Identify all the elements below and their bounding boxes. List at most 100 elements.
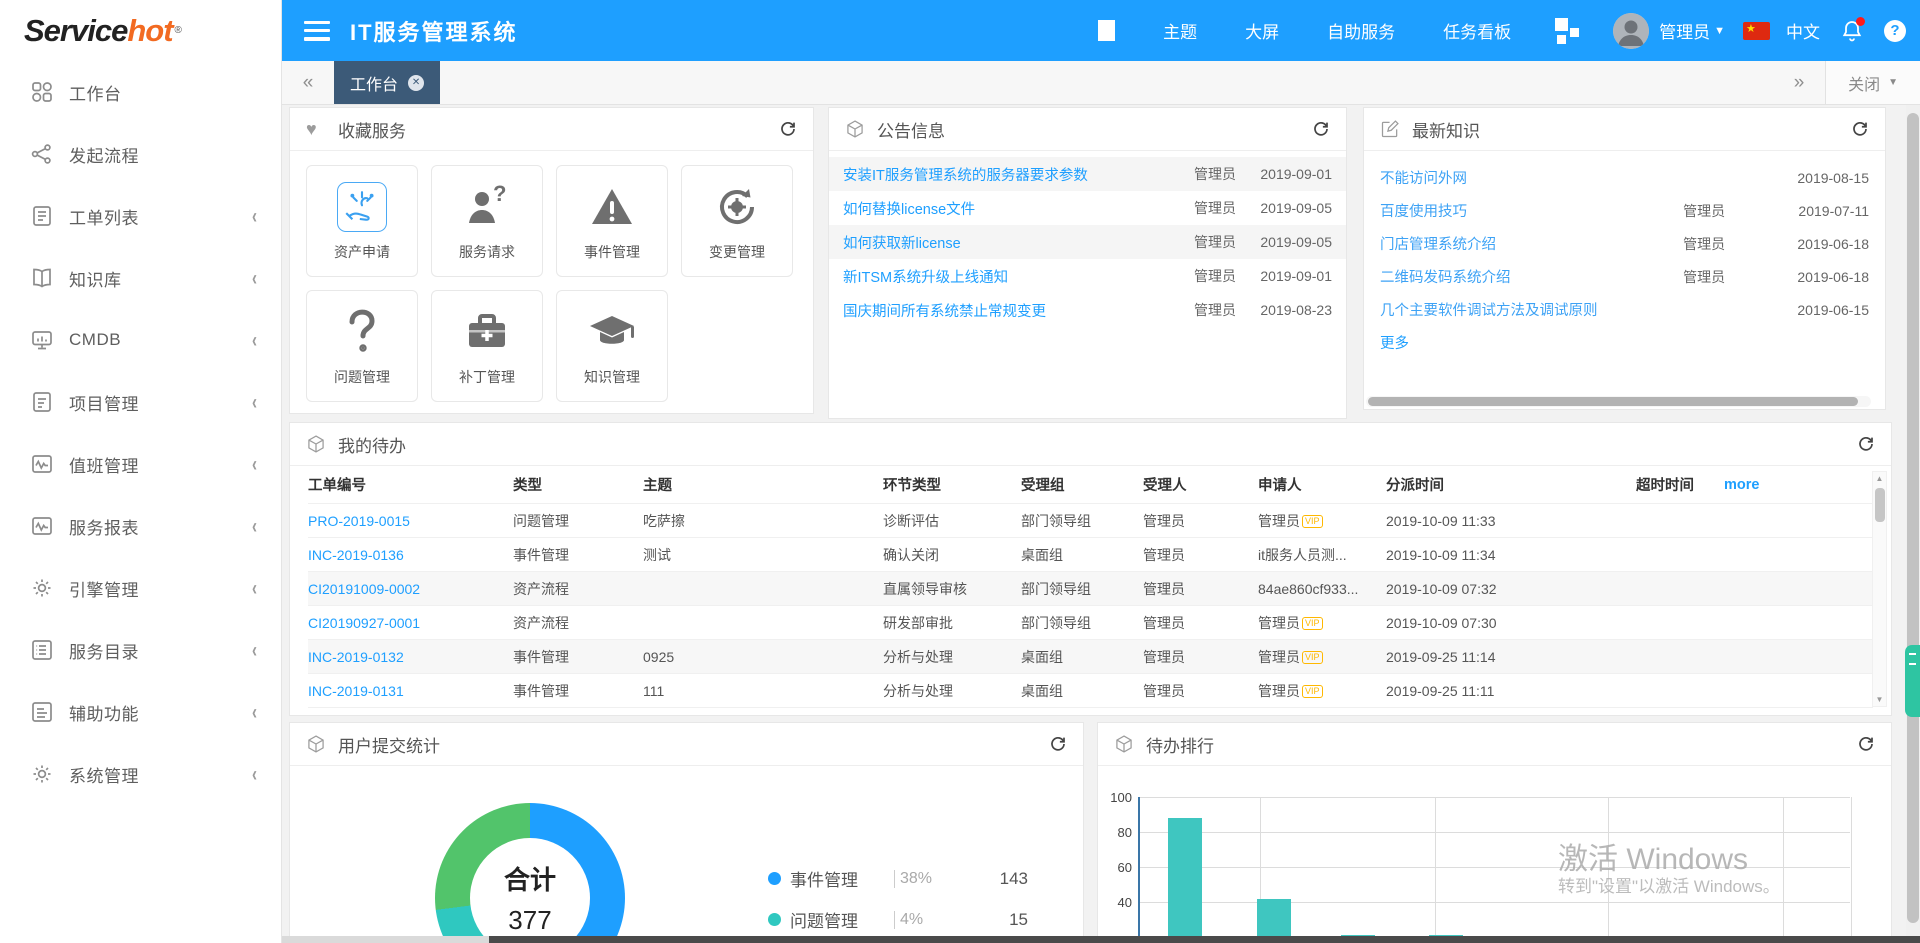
nav-theme[interactable]: 主题: [1139, 18, 1221, 43]
apps-grid-icon[interactable]: [1555, 18, 1579, 44]
sidebar-item-10[interactable]: 服务目录‹: [0, 619, 281, 681]
todo-table-row[interactable]: CI20190927-0001资产流程研发部审批部门领导组管理员管理员VIP20…: [308, 605, 1873, 639]
sidebar-item-6[interactable]: 项目管理‹: [0, 371, 281, 433]
knowledge-horizontal-scrollbar[interactable]: [1366, 396, 1871, 407]
avatar[interactable]: [1613, 13, 1649, 49]
legend-item[interactable]: 事件管理 38% 143: [768, 866, 1028, 891]
knowledge-more-link[interactable]: 更多: [1364, 326, 1885, 359]
announcement-row[interactable]: 新ITSM系统升级上线通知 管理员 2019-09-01: [829, 259, 1346, 293]
doc-icon: [30, 204, 54, 228]
todo-table-row[interactable]: INC-2019-0132事件管理0925分析与处理桌面组管理员管理员VIP20…: [308, 639, 1873, 673]
page-vertical-scrollbar[interactable]: [1906, 105, 1920, 943]
order-id-link[interactable]: CI20191009-0002: [308, 581, 513, 597]
nav-taskboard[interactable]: 任务看板: [1419, 18, 1535, 43]
user-dropdown-caret-icon[interactable]: ▼: [1714, 25, 1725, 37]
sidebar-item-3[interactable]: 工单列表‹: [0, 185, 281, 247]
scroll-up-icon[interactable]: ▲: [1873, 474, 1886, 483]
announcement-row[interactable]: 如何获取新license 管理员 2019-09-05: [829, 225, 1346, 259]
windows-activation-watermark-sub: 转到"设置"以激活 Windows。: [1558, 872, 1780, 897]
scrollbar-thumb[interactable]: [1907, 113, 1919, 923]
knowledge-row[interactable]: 百度使用技巧 管理员 2019-07-11: [1364, 194, 1885, 227]
sidebar-item-8[interactable]: 服务报表‹: [0, 495, 281, 557]
legend-dot: [768, 913, 781, 926]
order-id-link[interactable]: INC-2019-0131: [308, 683, 513, 699]
close-tabs-dropdown[interactable]: 关闭 ▼: [1825, 61, 1920, 104]
nav-bigscreen[interactable]: 大屏: [1221, 18, 1303, 43]
svg-text:?: ?: [493, 183, 506, 206]
order-id-link[interactable]: CI20190927-0001: [308, 615, 513, 631]
tile-problem-mgmt[interactable]: 问题管理: [306, 290, 418, 402]
announcement-row[interactable]: 国庆期间所有系统禁止常规变更 管理员 2019-08-23: [829, 293, 1346, 327]
tabs-scroll-right-icon[interactable]: »: [1773, 61, 1825, 104]
legend-percent: 38%: [894, 870, 968, 888]
tab-workbench[interactable]: 工作台 ✕: [334, 61, 440, 104]
announcement-link[interactable]: 如何获取新license: [843, 232, 1184, 253]
sidebar-item-7[interactable]: 值班管理‹: [0, 433, 281, 495]
refresh-icon[interactable]: [1312, 120, 1330, 138]
announcement-link[interactable]: 新ITSM系统升级上线通知: [843, 266, 1184, 287]
chevron-left-icon: ‹: [252, 514, 257, 538]
knowledge-link[interactable]: 百度使用技巧: [1380, 200, 1683, 221]
announcement-link[interactable]: 国庆期间所有系统禁止常规变更: [843, 300, 1184, 321]
refresh-icon[interactable]: [1851, 120, 1869, 138]
tile-patch-mgmt[interactable]: 补丁管理: [431, 290, 543, 402]
announcement-link[interactable]: 如何替换license文件: [843, 198, 1184, 219]
sidebar-item-12[interactable]: 系统管理‹: [0, 743, 281, 805]
order-id-link[interactable]: INC-2019-0136: [308, 547, 513, 563]
tab-close-icon[interactable]: ✕: [408, 75, 424, 91]
nav-selfservice[interactable]: 自助服务: [1303, 18, 1419, 43]
todo-table-row[interactable]: INC-2019-0136事件管理测试确认关闭桌面组管理员it服务人员测...2…: [308, 537, 1873, 571]
sidebar-item-5[interactable]: CMDB‹: [0, 309, 281, 371]
todos-vertical-scrollbar[interactable]: ▲ ▼: [1872, 471, 1887, 707]
app-logo[interactable]: Servicehot®: [0, 0, 281, 61]
refresh-icon[interactable]: [779, 120, 797, 138]
help-icon[interactable]: ?: [1884, 20, 1906, 42]
notifications-bell-icon[interactable]: [1840, 19, 1864, 43]
sidebar-item-9[interactable]: 引擎管理‹: [0, 557, 281, 619]
user-name[interactable]: 管理员: [1659, 18, 1710, 43]
todo-table-row[interactable]: PRO-2019-0015问题管理吃萨擦诊断评估部门领导组管理员管理员VIP20…: [308, 503, 1873, 537]
refresh-icon[interactable]: [1857, 435, 1875, 453]
fullscreen-icon[interactable]: [1098, 20, 1115, 41]
knowledge-row[interactable]: 门店管理系统介绍 管理员 2019-06-18: [1364, 227, 1885, 260]
refresh-icon[interactable]: [1857, 735, 1875, 753]
scrollbar-thumb[interactable]: [1368, 397, 1858, 406]
tile-knowledge-mgmt[interactable]: 知识管理: [556, 290, 668, 402]
tile-incident-mgmt[interactable]: 事件管理: [556, 165, 668, 277]
knowledge-row[interactable]: 二维码发码系统介绍 管理员 2019-06-18: [1364, 260, 1885, 293]
announcement-link[interactable]: 安装IT服务管理系统的服务器要求参数: [843, 164, 1184, 185]
tile-asset-apply[interactable]: 资产申请: [306, 165, 418, 277]
knowledge-link[interactable]: 二维码发码系统介绍: [1380, 266, 1683, 287]
refresh-icon[interactable]: [1049, 735, 1067, 753]
sidebar-item-2[interactable]: 发起流程: [0, 123, 281, 185]
scroll-down-icon[interactable]: ▼: [1873, 695, 1886, 704]
tile-change-mgmt[interactable]: 变更管理: [681, 165, 793, 277]
knowledge-link[interactable]: 不能访问外网: [1380, 167, 1683, 188]
language-label[interactable]: 中文: [1786, 18, 1820, 43]
tile-service-request[interactable]: ? 服务请求: [431, 165, 543, 277]
language-flag-icon[interactable]: ★: [1743, 22, 1770, 40]
floating-tool-button[interactable]: [1905, 645, 1920, 717]
knowledge-link[interactable]: 几个主要软件调试方法及调试原则: [1380, 299, 1683, 320]
todo-table-row[interactable]: CI20191009-0002资产流程直属领导审核部门领导组管理员84ae860…: [308, 571, 1873, 605]
menu-toggle-icon[interactable]: [304, 21, 330, 41]
todo-table-row[interactable]: INC-2019-0131事件管理111分析与处理桌面组管理员管理员VIP201…: [308, 673, 1873, 707]
knowledge-link[interactable]: 门店管理系统介绍: [1380, 233, 1683, 254]
knowledge-row[interactable]: 几个主要软件调试方法及调试原则 2019-06-15: [1364, 293, 1885, 326]
knowledge-title: 最新知识: [1412, 117, 1480, 142]
todos-more-link[interactable]: more: [1724, 477, 1873, 493]
legend-item[interactable]: 问题管理 4% 15: [768, 907, 1028, 932]
sidebar-item-4[interactable]: 知识库‹: [0, 247, 281, 309]
announcement-row[interactable]: 安装IT服务管理系统的服务器要求参数 管理员 2019-09-01: [829, 157, 1346, 191]
sidebar-item-1[interactable]: 工作台: [0, 61, 281, 123]
bottom-scrollbar-track[interactable]: [282, 936, 489, 943]
tabs-scroll-left-icon[interactable]: «: [282, 61, 334, 104]
announcement-row[interactable]: 如何替换license文件 管理员 2019-09-05: [829, 191, 1346, 225]
order-id-link[interactable]: PRO-2019-0015: [308, 513, 513, 529]
knowledge-row[interactable]: 不能访问外网 2019-08-15: [1364, 161, 1885, 194]
scrollbar-thumb[interactable]: [1875, 488, 1885, 522]
order-id-link[interactable]: INC-2019-0132: [308, 649, 513, 665]
sidebar-item-11[interactable]: 辅助功能‹: [0, 681, 281, 743]
bottom-scrollbar-thumb[interactable]: [489, 936, 1920, 943]
logo-text-hot: hot: [127, 13, 172, 49]
